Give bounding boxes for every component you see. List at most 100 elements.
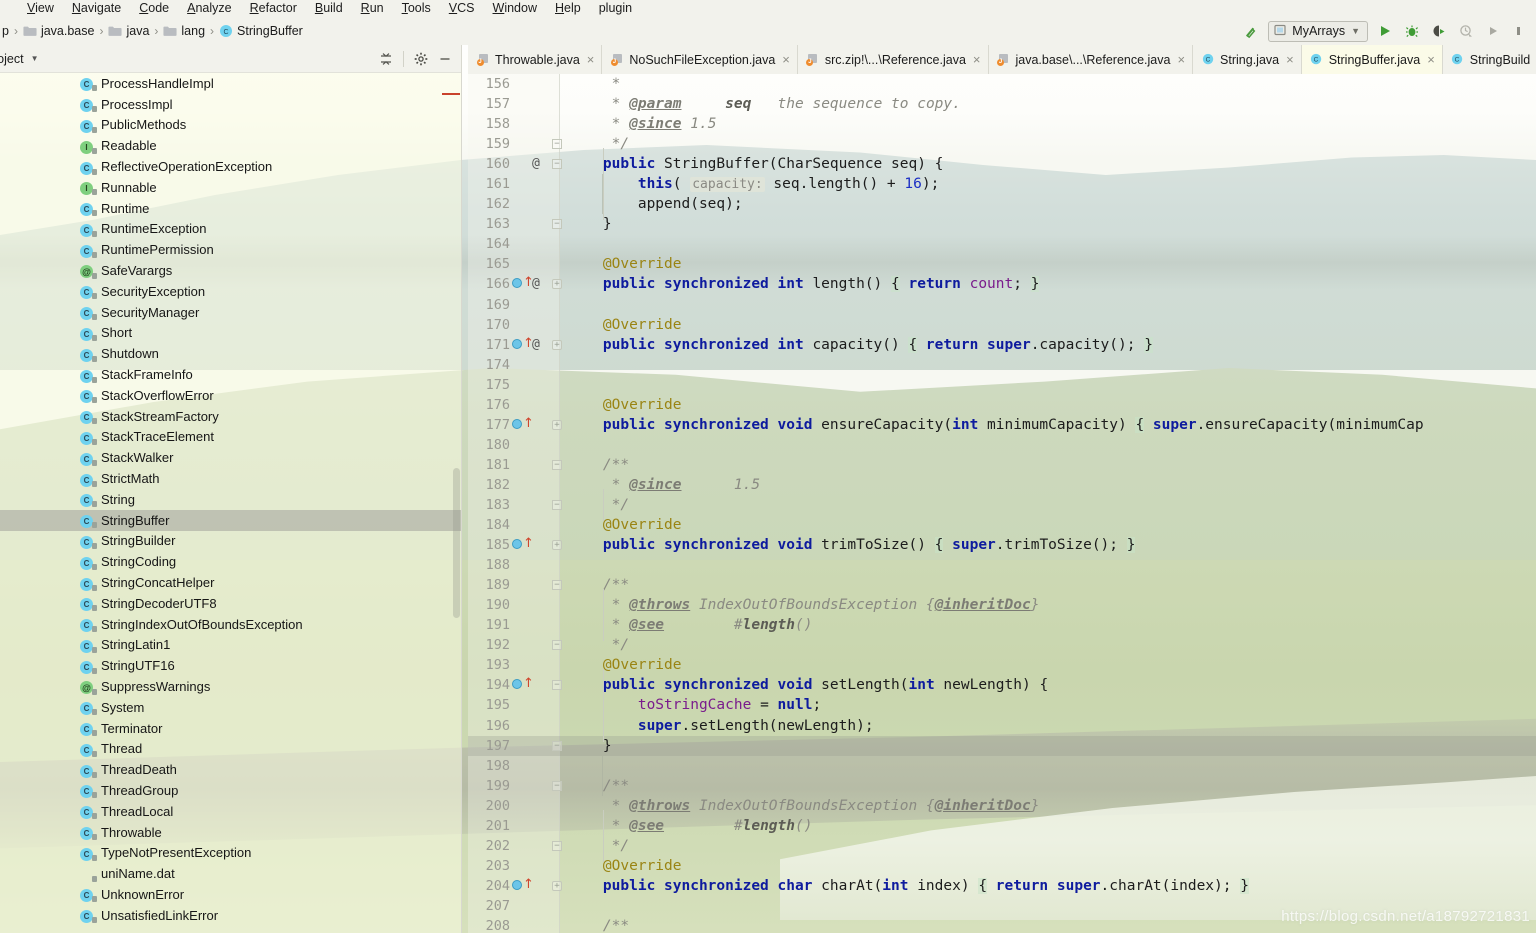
gutter-markers[interactable]: − [512, 836, 562, 856]
gutter-markers[interactable]: − [512, 575, 562, 595]
gutter-markers[interactable] [512, 395, 560, 415]
gutter-markers[interactable] [512, 174, 560, 194]
implements-arrow-icon[interactable]: ↑ [523, 337, 534, 352]
fold-expand-icon[interactable]: + [552, 419, 562, 430]
breadcrumb-item-java-base[interactable]: java.base [23, 24, 94, 38]
code-line-text[interactable]: * [568, 74, 621, 94]
line-number[interactable]: 197 [468, 736, 510, 756]
tree-item-stringindexoutofboundsexception[interactable]: C StringIndexOutOfBoundsException [0, 614, 462, 635]
fold-collapse-icon[interactable]: − [552, 580, 562, 591]
gutter-markers[interactable] [512, 756, 560, 776]
chevron-down-icon[interactable]: ▼ [1351, 26, 1360, 36]
gutter-markers[interactable]: − [512, 495, 562, 515]
tree-item-threaddeath[interactable]: C ThreadDeath [0, 759, 462, 780]
fold-collapse-icon[interactable]: − [552, 159, 562, 170]
menu-item-refactor[interactable]: Refactor [241, 0, 306, 17]
tree-item-publicmethods[interactable]: C PublicMethods [0, 115, 462, 136]
line-number[interactable]: 160 [468, 154, 510, 174]
line-number[interactable]: 199 [468, 776, 510, 796]
editor-tab-stringbuffer-java[interactable]: C StringBuffer.java × [1301, 45, 1443, 74]
tree-item-runtimepermission[interactable]: C RuntimePermission [0, 239, 462, 260]
code-line-text[interactable]: super.setLength(newLength); [568, 716, 874, 736]
fold-collapse-end-icon[interactable]: − [552, 219, 562, 230]
fold-expand-icon[interactable]: + [552, 540, 562, 551]
code-line-text[interactable]: public synchronized void setLength(int n… [568, 675, 1048, 695]
line-number[interactable]: 188 [468, 555, 510, 575]
gutter-markers[interactable] [512, 194, 560, 214]
code-line-166[interactable]: 166 ↑ @ + public synchronized int length() … [468, 274, 1536, 294]
editor-tab-close-icon[interactable]: × [1177, 53, 1185, 66]
line-number[interactable]: 201 [468, 816, 510, 836]
overriding-method-icon[interactable] [512, 679, 522, 690]
overriding-method-icon[interactable] [512, 338, 522, 349]
menu-item-window[interactable]: Window [484, 0, 546, 17]
editor-tab-close-icon[interactable]: × [973, 53, 981, 66]
gutter-markers[interactable] [512, 916, 560, 933]
gutter-markers[interactable] [512, 375, 560, 395]
editor-tab-java-base-----reference-java[interactable]: Jjava.base\...\Reference.java × [989, 45, 1194, 74]
code-line-text[interactable]: @Override [568, 856, 682, 876]
gutter-markers[interactable]: − [512, 134, 562, 154]
tree-item-stringcoding[interactable]: C StringCoding [0, 551, 462, 572]
code-line-text[interactable]: /** [568, 455, 629, 475]
line-number[interactable]: 176 [468, 395, 510, 415]
editor-tab-close-icon[interactable]: × [587, 53, 595, 66]
fold-collapse-end-icon[interactable]: − [552, 640, 562, 651]
editor-tab-throwable-java[interactable]: J Throwable.java × [468, 45, 603, 74]
code-line-161[interactable]: 161 this( capacity: seq.length() + 16); [468, 174, 1536, 194]
gutter-markers[interactable] [512, 114, 560, 134]
code-line-182[interactable]: 182 * @since 1.5 [468, 475, 1536, 495]
line-number[interactable]: 166 [468, 274, 510, 294]
implements-arrow-icon[interactable]: ↑ [523, 276, 534, 291]
error-stripe-marker[interactable] [442, 93, 460, 95]
code-line-text[interactable]: /** [568, 776, 629, 796]
code-line-text[interactable]: toStringCache = null; [568, 695, 821, 715]
breadcrumb-project-icon[interactable]: p [2, 24, 9, 38]
code-line-text[interactable]: */ [568, 495, 629, 515]
gutter-markers[interactable] [512, 655, 560, 675]
tree-item-throwable[interactable]: C Throwable [0, 822, 462, 843]
implements-arrow-icon[interactable]: ↑ [523, 878, 534, 893]
code-line-text[interactable]: * @throws IndexOutOfBoundsException {@in… [568, 595, 1040, 615]
editor-tab-src-zip------reference-java[interactable]: Jsrc.zip!\...\Reference.java × [798, 45, 989, 74]
code-line-text[interactable]: } [568, 214, 612, 234]
code-line-text[interactable]: * @param seq the sequence to copy. [568, 94, 961, 114]
editor-tab-stringbuild[interactable]: C StringBuild [1443, 45, 1536, 74]
code-line-195[interactable]: 195 toStringCache = null; [468, 695, 1536, 715]
line-number[interactable]: 198 [468, 756, 510, 776]
breadcrumb-item-StringBuffer[interactable]: C StringBuffer [219, 24, 303, 38]
tree-item-unknownerror[interactable]: C UnknownError [0, 884, 462, 905]
gutter-markers[interactable] [512, 74, 560, 94]
tree-item-threadgroup[interactable]: C ThreadGroup [0, 780, 462, 801]
gutter-markers[interactable] [512, 816, 560, 836]
line-number[interactable]: 162 [468, 194, 510, 214]
line-number[interactable]: 190 [468, 595, 510, 615]
line-number[interactable]: 164 [468, 234, 510, 254]
code-line-180[interactable]: 180 [468, 435, 1536, 455]
line-number[interactable]: 195 [468, 695, 510, 715]
line-number[interactable]: 181 [468, 455, 510, 475]
fold-expand-icon[interactable]: + [552, 880, 562, 891]
code-line-192[interactable]: 192 − */ [468, 635, 1536, 655]
tree-item-uniname-dat[interactable]: uniName.dat [0, 863, 462, 884]
tree-item-safevarargs[interactable]: @ SafeVarargs [0, 260, 462, 281]
tree-item-stacktraceelement[interactable]: C StackTraceElement [0, 427, 462, 448]
line-number[interactable]: 185 [468, 535, 510, 555]
fold-expand-icon[interactable]: + [552, 339, 562, 350]
line-number[interactable]: 156 [468, 74, 510, 94]
overriding-method-icon[interactable] [512, 879, 522, 890]
code-line-text[interactable]: public synchronized char charAt(int inde… [568, 876, 1249, 896]
implements-arrow-icon[interactable]: ↑ [523, 417, 534, 432]
gutter-markers[interactable]: ↑ @ + [512, 274, 562, 294]
code-line-159[interactable]: 159 − */ [468, 134, 1536, 154]
code-line-183[interactable]: 183 − */ [468, 495, 1536, 515]
fold-collapse-icon[interactable]: − [552, 139, 562, 150]
fold-collapse-end-icon[interactable]: − [552, 840, 562, 851]
code-line-196[interactable]: 196 super.setLength(newLength); [468, 716, 1536, 736]
editor-tab-bar[interactable]: J Throwable.java × J NoSuchFileException.jav… [468, 45, 1536, 74]
code-line-174[interactable]: 174 [468, 355, 1536, 375]
line-number[interactable]: 161 [468, 174, 510, 194]
code-line-text[interactable]: */ [568, 134, 629, 154]
code-line-text[interactable]: * @since 1.5 [568, 114, 717, 134]
project-tree[interactable]: C ProcessHandleImpl C ProcessImpl C PublicMet… [0, 73, 462, 933]
